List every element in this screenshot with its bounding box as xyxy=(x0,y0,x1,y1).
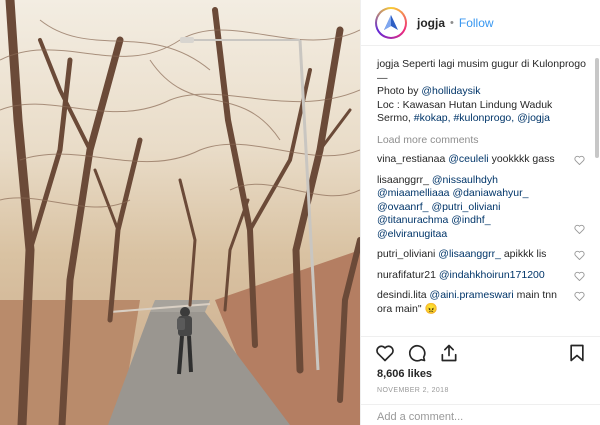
comment-item: nurafifatur21 @indahkhoirun171200 xyxy=(377,269,587,283)
comment-username[interactable]: vina_restianaa xyxy=(377,153,445,165)
add-comment-input[interactable]: Add a comment... xyxy=(361,404,600,425)
caption-divider: — xyxy=(377,71,388,84)
post-caption: jogja Seperti lagi musim gugur di Kulonp… xyxy=(377,58,587,126)
comment-text: yookkkk gass xyxy=(488,153,555,165)
forest-road-image xyxy=(0,0,360,425)
photo-credit-handle[interactable]: @hollidaysik xyxy=(421,85,480,97)
comment-like-icon[interactable] xyxy=(574,250,585,260)
comment-username[interactable]: desindi.lita xyxy=(377,289,427,301)
comment-item: vina_restianaa @ceuleli yookkkk gass xyxy=(377,153,587,167)
share-icon[interactable] xyxy=(439,343,459,363)
photo-credit: Photo by @hollidaysik xyxy=(377,85,587,99)
avatar[interactable] xyxy=(375,6,407,39)
comment-like-icon[interactable] xyxy=(574,271,585,281)
comment-item: desindi.lita @aini.prameswari main tnn o… xyxy=(377,289,587,316)
separator-dot: • xyxy=(450,16,454,29)
post-header: jogja • Follow xyxy=(361,0,600,46)
caption-text: jogja Seperti lagi musim gugur di Kulonp… xyxy=(377,58,586,70)
comment-mention[interactable]: @indahkhoirun171200 xyxy=(439,269,545,281)
profile-logo-icon xyxy=(384,14,398,30)
comment-like-icon[interactable] xyxy=(574,155,585,165)
post-actions-bar xyxy=(361,336,600,368)
comment-mention[interactable]: @ceuleli xyxy=(448,153,488,165)
username-link[interactable]: jogja xyxy=(417,16,445,30)
post-side-panel: jogja • Follow jogja Seperti lagi musim … xyxy=(360,0,600,425)
photo-credit-label: Photo by xyxy=(377,85,422,97)
comment-username[interactable]: lisaanggrr_ xyxy=(377,174,429,186)
heart-icon[interactable] xyxy=(375,343,395,363)
likes-count[interactable]: 8,606 likes xyxy=(377,368,432,380)
comments-scrollbar[interactable] xyxy=(595,58,599,158)
bookmark-icon[interactable] xyxy=(567,343,587,363)
load-more-comments-button[interactable]: Load more comments xyxy=(377,134,587,148)
comment-item: lisaanggrr_ @nissaulhdyh @miaamelliaaa @… xyxy=(377,174,587,242)
comment-mention[interactable]: @aini.prameswari xyxy=(430,289,514,301)
comment-text: apikkk lis xyxy=(500,248,547,260)
comment-like-icon[interactable] xyxy=(574,291,585,301)
post-photo[interactable] xyxy=(0,0,360,425)
comment-username[interactable]: nurafifatur21 xyxy=(377,269,436,281)
comment-icon[interactable] xyxy=(407,343,427,363)
location-tags[interactable]: #kokap, #kulonprogo, @jogja xyxy=(414,112,550,124)
location-line: Loc : Kawasan Hutan Lindung Waduk Sermo,… xyxy=(377,99,587,126)
comment-username[interactable]: putri_oliviani xyxy=(377,248,435,260)
post-date: NOVEMBER 2, 2018 xyxy=(377,387,449,394)
comment-mention[interactable]: @lisaanggrr_ xyxy=(438,248,501,260)
comment-item: putri_oliviani @lisaanggrr_ apikkk lis xyxy=(377,248,587,262)
comment-like-icon[interactable] xyxy=(574,224,585,234)
follow-button[interactable]: Follow xyxy=(459,16,494,30)
comments-list[interactable]: jogja Seperti lagi musim gugur di Kulonp… xyxy=(361,58,600,334)
